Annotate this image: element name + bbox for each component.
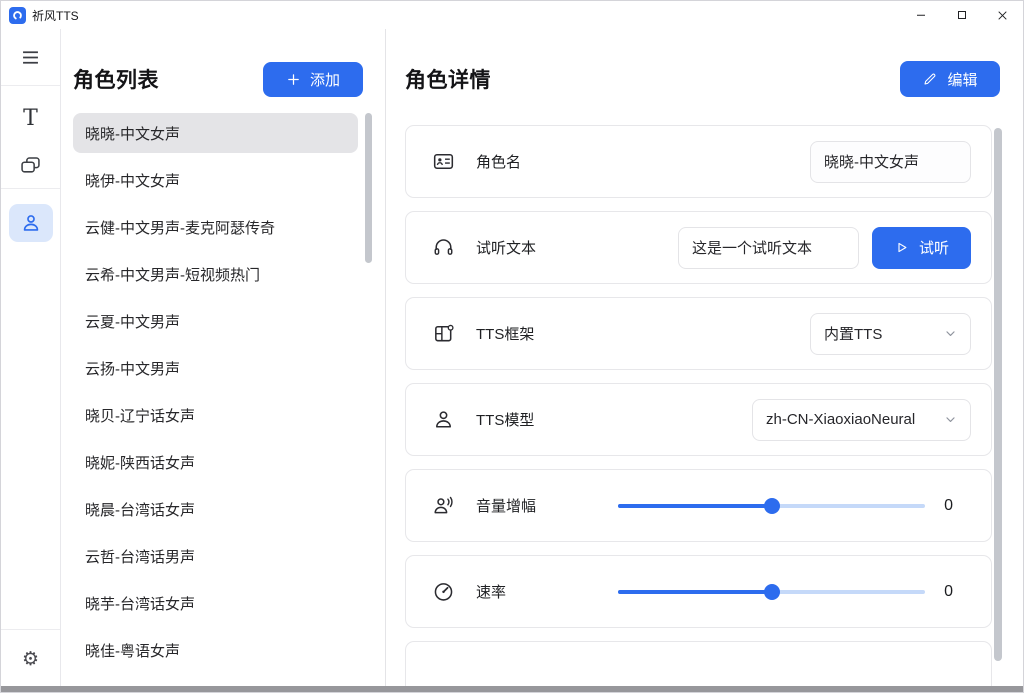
list-item[interactable]: 晓芋-台湾话女声 xyxy=(73,583,358,623)
window-bottom-edge xyxy=(1,686,1023,692)
field-label: TTS框架 xyxy=(476,323,534,344)
maximize-icon xyxy=(956,9,968,21)
minimize-button[interactable] xyxy=(900,1,941,29)
list-item[interactable]: 晓妮-陕西话女声 xyxy=(73,442,358,482)
rail-divider xyxy=(1,188,60,189)
volume-gain-value: 0 xyxy=(944,497,953,515)
titlebar: 祈风TTS xyxy=(1,1,1023,29)
preview-play-label: 试听 xyxy=(919,237,949,258)
edit-button[interactable]: 编辑 xyxy=(900,61,1000,97)
role-list-panel: 角色列表 添加 晓晓-中文女声 晓伊-中文女声 云健-中文男声-麦克阿瑟传奇 云… xyxy=(61,29,386,688)
list-item[interactable]: 晓伊-中文女声 xyxy=(73,160,358,200)
field-label: 角色名 xyxy=(476,151,521,172)
tts-model-value: zh-CN-XiaoxiaoNeural xyxy=(766,411,915,428)
tts-model-select[interactable]: zh-CN-XiaoxiaoNeural xyxy=(752,399,971,441)
edit-label: 编辑 xyxy=(947,69,977,90)
list-item[interactable]: 云健-中文男声-麦克阿瑟传奇 xyxy=(73,207,358,247)
gauge-icon xyxy=(431,580,455,604)
chevron-down-icon xyxy=(944,327,957,340)
volume-gain-slider[interactable] xyxy=(618,496,925,516)
slider-thumb[interactable] xyxy=(764,498,780,514)
app-title: 祈风TTS xyxy=(32,7,79,24)
rate-value: 0 xyxy=(944,583,953,601)
play-icon xyxy=(894,240,909,255)
add-role-label: 添加 xyxy=(310,69,340,90)
field-volume-gain: 音量增幅 0 xyxy=(405,469,992,542)
id-card-icon xyxy=(431,150,455,174)
field-tts-model: TTS模型 zh-CN-XiaoxiaoNeural xyxy=(405,383,992,456)
preview-text-input[interactable]: 这是一个试听文本 xyxy=(678,227,859,269)
rail-divider xyxy=(1,85,60,86)
role-name-input[interactable]: 晓晓-中文女声 xyxy=(810,141,971,183)
chevron-down-icon xyxy=(944,413,957,426)
list-item[interactable]: 云扬-中文男声 xyxy=(73,348,358,388)
role-details-panel: 角色详情 编辑 xyxy=(386,29,1023,688)
list-item[interactable]: 晓佳-粤语女声 xyxy=(73,630,358,670)
user-icon xyxy=(20,212,42,234)
sidebar-item-text[interactable]: T xyxy=(1,96,61,142)
chat-icon xyxy=(19,154,42,177)
role-list: 晓晓-中文女声 晓伊-中文女声 云健-中文男声-麦克阿瑟传奇 云希-中文男声-短… xyxy=(73,113,385,670)
field-label: TTS模型 xyxy=(476,409,534,430)
settings-button[interactable]: ⚙ xyxy=(1,630,61,688)
add-role-button[interactable]: 添加 xyxy=(263,62,363,97)
text-tool-icon: T xyxy=(23,108,38,130)
list-item[interactable]: 云希-中文男声-短视频热门 xyxy=(73,254,358,294)
list-item[interactable]: 晓晓-中文女声 xyxy=(73,113,358,153)
pencil-icon xyxy=(922,71,938,87)
role-list-title: 角色列表 xyxy=(73,64,159,94)
sidebar-rail: T ⚙ xyxy=(1,29,61,688)
close-button[interactable] xyxy=(982,1,1023,29)
list-item[interactable]: 云夏-中文男声 xyxy=(73,301,358,341)
field-next-partial xyxy=(405,641,992,688)
rate-slider[interactable] xyxy=(618,582,925,602)
maximize-button[interactable] xyxy=(941,1,982,29)
minimize-icon xyxy=(915,9,927,21)
tts-framework-select[interactable]: 内置TTS xyxy=(810,313,971,355)
details-scrollbar[interactable] xyxy=(994,128,1002,661)
field-preview-text: 试听文本 这是一个试听文本 试听 xyxy=(405,211,992,284)
menu-icon xyxy=(20,47,41,68)
gear-icon: ⚙ xyxy=(22,648,39,671)
field-label: 试听文本 xyxy=(476,237,536,258)
field-rate: 速率 0 xyxy=(405,555,992,628)
sidebar-item-chat[interactable] xyxy=(1,142,61,188)
tts-framework-value: 内置TTS xyxy=(824,323,882,344)
list-item[interactable]: 晓贝-辽宁话女声 xyxy=(73,395,358,435)
slider-fill xyxy=(618,590,772,594)
slider-fill xyxy=(618,504,772,508)
app-window: 祈风TTS T xyxy=(0,0,1024,693)
voice-icon xyxy=(431,494,455,518)
frame-icon xyxy=(431,322,455,346)
window-controls xyxy=(900,1,1023,29)
slider-thumb[interactable] xyxy=(764,584,780,600)
role-details-title: 角色详情 xyxy=(405,64,491,94)
close-icon xyxy=(996,9,1009,22)
plus-icon xyxy=(286,72,301,87)
app-logo-icon xyxy=(9,7,26,24)
preview-play-button[interactable]: 试听 xyxy=(872,227,971,269)
role-list-scrollbar[interactable] xyxy=(365,113,372,263)
headphones-icon xyxy=(431,236,455,260)
list-item[interactable]: 晓晨-台湾话女声 xyxy=(73,489,358,529)
menu-button[interactable] xyxy=(1,29,61,85)
list-item[interactable]: 云哲-台湾话男声 xyxy=(73,536,358,576)
active-indicator xyxy=(9,204,53,242)
user-icon xyxy=(431,408,455,432)
sidebar-item-roles[interactable] xyxy=(1,199,61,247)
field-label: 速率 xyxy=(476,581,506,602)
field-label: 音量增幅 xyxy=(476,495,536,516)
field-role-name: 角色名 晓晓-中文女声 xyxy=(405,125,992,198)
field-tts-framework: TTS框架 内置TTS xyxy=(405,297,992,370)
